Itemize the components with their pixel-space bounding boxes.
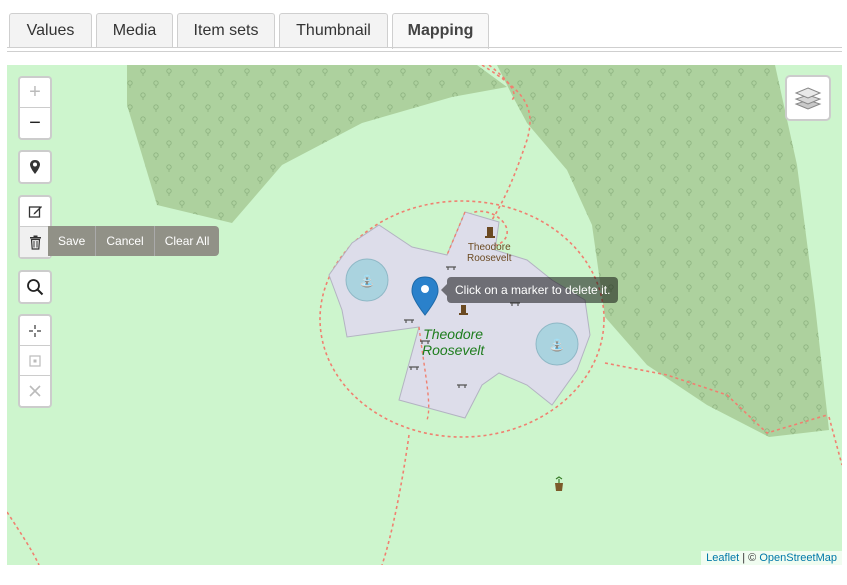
- crosshair-icon: [29, 324, 41, 337]
- map-container[interactable]: ⛲ ⛲ Theodore Roosevelt Theodore Roosevel…: [7, 65, 842, 565]
- bounds-box-icon: [29, 354, 41, 367]
- svg-text:⛲: ⛲: [360, 274, 375, 288]
- draw-marker-button[interactable]: [20, 152, 50, 182]
- osm-link[interactable]: OpenStreetMap: [759, 552, 837, 564]
- zoom-in-button[interactable]: +: [20, 78, 50, 108]
- planter-icon: [555, 476, 563, 491]
- search-control: [18, 270, 52, 304]
- close-icon: [29, 385, 41, 397]
- map-attribution: Leaflet | © OpenStreetMap: [701, 551, 842, 565]
- fountain-icon: ⛲: [535, 322, 579, 366]
- tab-item-sets[interactable]: Item sets: [177, 13, 275, 47]
- leaflet-link[interactable]: Leaflet: [706, 552, 739, 564]
- tab-divider-lower: [7, 51, 842, 52]
- edit-control: [18, 195, 52, 259]
- delete-layers-button[interactable]: [20, 227, 50, 257]
- tab-divider: [7, 47, 842, 48]
- trash-icon: [29, 235, 41, 250]
- park-label-line2: Roosevelt: [422, 342, 485, 358]
- statue-label-line1: Theodore: [467, 242, 511, 253]
- svg-text:⛲: ⛲: [550, 338, 565, 352]
- park-label: Theodore Roosevelt: [422, 326, 484, 358]
- save-button[interactable]: Save: [48, 226, 95, 256]
- layers-button[interactable]: [785, 75, 831, 121]
- park-label-line1: Theodore: [423, 326, 484, 342]
- clear-all-button[interactable]: Clear All: [153, 226, 220, 256]
- zoom-control: + −: [18, 76, 52, 140]
- fountain-icon: ⛲: [345, 258, 389, 302]
- cancel-button[interactable]: Cancel: [95, 226, 153, 256]
- tab-media[interactable]: Media: [96, 13, 173, 47]
- search-icon: [27, 279, 44, 296]
- fit-bounds-button[interactable]: [20, 316, 50, 346]
- tab-bar: Values Media Item sets Thumbnail Mapping: [0, 0, 847, 52]
- marker-icon: [30, 160, 40, 174]
- statue-label: Theodore Roosevelt: [467, 242, 511, 264]
- set-bounds-button[interactable]: [20, 346, 50, 376]
- draw-marker-control: [18, 150, 52, 184]
- tab-values[interactable]: Values: [9, 13, 92, 47]
- attribution-separator: | ©: [739, 552, 760, 564]
- edit-icon: [28, 206, 42, 218]
- zoom-out-button[interactable]: −: [20, 108, 50, 138]
- search-button[interactable]: [20, 272, 50, 302]
- edit-layers-button[interactable]: [20, 197, 50, 227]
- layers-icon: [794, 87, 822, 110]
- draw-tooltip: Click on a marker to delete it.: [440, 277, 619, 303]
- tab-mapping[interactable]: Mapping: [392, 13, 489, 49]
- statue-label-line2: Roosevelt: [467, 253, 512, 264]
- map-tiles: ⛲ ⛲: [7, 65, 842, 565]
- delete-actions: Save Cancel Clear All: [48, 226, 220, 256]
- tab-thumbnail[interactable]: Thumbnail: [279, 13, 388, 47]
- bounds-control: [18, 314, 52, 408]
- clear-bounds-button[interactable]: [20, 376, 50, 406]
